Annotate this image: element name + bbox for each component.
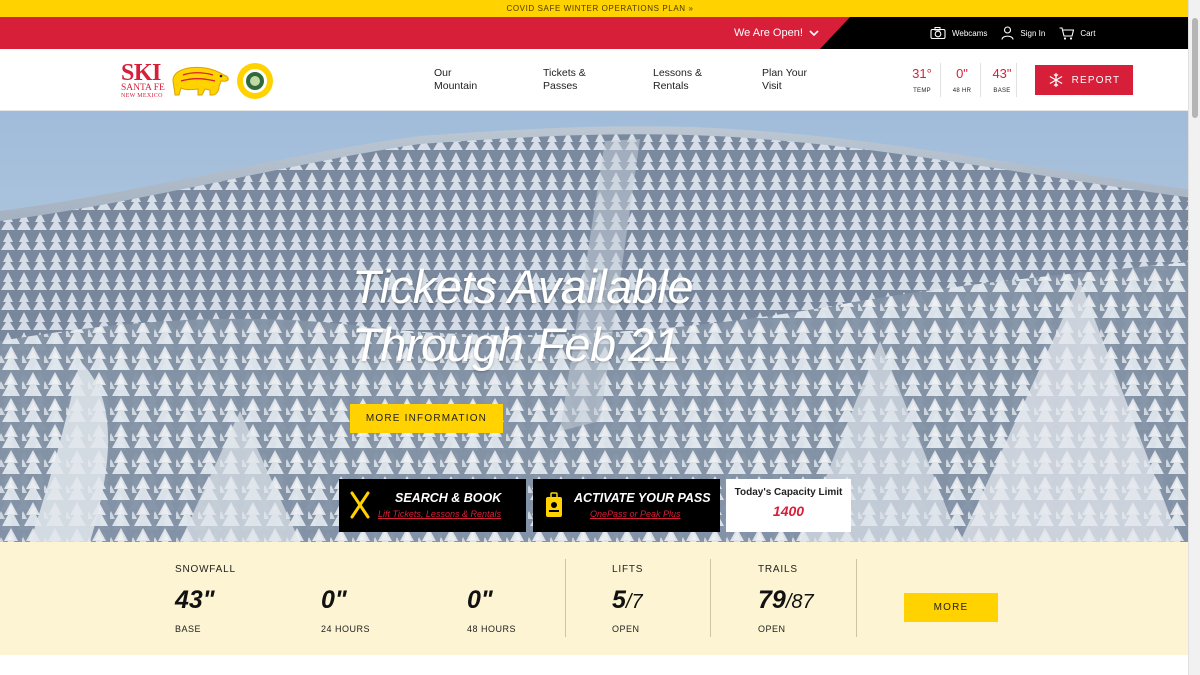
nav-our-mountain[interactable]: Our Mountain (434, 67, 514, 93)
nav-label-line1: Our (434, 67, 452, 79)
condition-value: 31° (912, 66, 932, 81)
logo-new-mexico-text: NEW MEXICO (121, 93, 163, 99)
trails-open-count: 79 (758, 586, 786, 614)
nav-plan-your-visit[interactable]: Plan Your Visit (762, 67, 842, 93)
lifts-label: OPEN (612, 624, 640, 634)
cart-icon (1059, 26, 1075, 40)
nav-label-line1: Tickets & (543, 67, 586, 79)
condition-value: 43" (992, 66, 1012, 81)
activate-pass-subtitle[interactable]: OnePass or Peak Plus (590, 509, 681, 519)
utility-links: Webcams Sign In Cart (930, 17, 1095, 49)
condition-label: 48 HR (952, 88, 972, 94)
hero-banner: Tickets Available Through Feb 21 MORE IN… (0, 111, 1200, 542)
sign-in-label: Sign In (1020, 28, 1046, 38)
snowfall-base-value: 43" (175, 586, 215, 614)
condition-label: TEMP (913, 88, 931, 94)
snowflake-icon (1049, 73, 1063, 87)
scrollbar-thumb[interactable] (1192, 18, 1198, 118)
hero-headline-line1: Tickets Available (352, 260, 694, 313)
camera-icon (930, 27, 946, 39)
trails-value: 79/87 (758, 586, 814, 615)
condition-temp: 31° TEMP (904, 66, 940, 94)
nav-label-line1: Plan Your (762, 67, 807, 79)
logo-santa-fe-text: SANTA FE (121, 83, 165, 93)
activate-pass-title: ACTIVATE YOUR PASS (574, 491, 711, 505)
lifts-total-count: /7 (625, 591, 643, 613)
more-information-button[interactable]: MORE INFORMATION (350, 404, 503, 433)
condition-divider (940, 63, 941, 97)
utility-bar: We Are Open! Webcams Sign In Cart (0, 17, 1200, 49)
sign-in-link[interactable]: Sign In (1001, 26, 1045, 40)
logo-ski-text: SKI (121, 60, 161, 86)
webcams-label: Webcams (952, 28, 988, 38)
snowfall-24h-value: 0" (321, 586, 347, 614)
snowfall-48h-value: 0" (467, 586, 493, 614)
ski-santa-fe-logo[interactable]: SKI SANTA FE NEW MEXICO (121, 60, 231, 100)
open-status-label: We Are Open! (734, 27, 803, 39)
nav-label-line2: Mountain (434, 80, 478, 92)
page-scrollbar[interactable] (1188, 0, 1200, 675)
user-icon (1001, 26, 1014, 40)
nm-safe-certified-badge (237, 63, 273, 99)
more-conditions-button[interactable]: MORE (904, 593, 998, 622)
capacity-limit-card: Today's Capacity Limit 1400 (726, 479, 851, 532)
stats-divider (565, 559, 566, 637)
condition-48hr: 0" 48 HR (944, 66, 980, 94)
report-button[interactable]: REPORT (1035, 65, 1133, 95)
snowfall-base-label: BASE (175, 624, 202, 634)
main-header: SKI SANTA FE NEW MEXICO Our Mountain Tic… (0, 49, 1200, 111)
activate-pass-card[interactable]: ACTIVATE YOUR PASS OnePass or Peak Plus (533, 479, 720, 532)
hero-headline: Tickets Available Through Feb 21 (352, 258, 694, 374)
trails-total-count: /87 (785, 591, 814, 613)
nav-label-line2: Visit (762, 80, 782, 92)
lifts-open-count: 5 (612, 586, 626, 614)
search-book-subtitle[interactable]: Lift Tickets, Lessons & Rentals (378, 509, 501, 519)
cart-link[interactable]: Cart (1059, 26, 1096, 40)
covid-plan-link[interactable]: COVID SAFE WINTER OPERATIONS PLAN » (506, 4, 693, 13)
snowfall-header: SNOWFALL (175, 564, 236, 575)
chevron-down-icon (809, 29, 819, 36)
zia-bear-icon (172, 66, 229, 96)
conditions-stats-strip: SNOWFALL 43" BASE 0" 24 HOURS 0" 48 HOUR… (0, 542, 1188, 655)
search-book-card[interactable]: SEARCH & BOOK Lift Tickets, Lessons & Re… (339, 479, 526, 532)
open-status-dropdown[interactable]: We Are Open! (734, 17, 819, 49)
search-book-title: SEARCH & BOOK (395, 491, 502, 505)
snowfall-24h-label: 24 HOURS (321, 624, 371, 634)
condition-divider (980, 63, 981, 97)
capacity-label: Today's Capacity Limit (734, 487, 843, 498)
report-label: REPORT (1071, 74, 1121, 86)
webcams-link[interactable]: Webcams (930, 27, 987, 39)
capacity-value: 1400 (772, 503, 805, 519)
cart-label: Cart (1080, 28, 1096, 38)
snowfall-48h-label: 48 HOURS (467, 624, 517, 634)
nav-label-line2: Passes (543, 80, 578, 92)
covid-plan-banner[interactable]: COVID SAFE WINTER OPERATIONS PLAN » (0, 0, 1200, 17)
lifts-value: 5/7 (612, 586, 643, 615)
hero-headline-line2: Through Feb 21 (352, 318, 680, 371)
lifts-header: LIFTS (612, 564, 644, 575)
nav-tickets-passes[interactable]: Tickets & Passes (543, 67, 623, 93)
trails-label: OPEN (758, 624, 786, 634)
nav-label-line1: Lessons & (653, 67, 703, 79)
condition-label: BASE (993, 88, 1011, 94)
condition-value: 0" (956, 66, 968, 81)
condition-divider (1016, 63, 1017, 97)
nav-lessons-rentals[interactable]: Lessons & Rentals (653, 67, 733, 93)
condition-base: 43" BASE (984, 66, 1020, 94)
stats-divider (710, 559, 711, 637)
skis-icon (350, 491, 370, 519)
pass-card-icon (546, 492, 562, 517)
nav-label-line2: Rentals (653, 80, 689, 92)
trails-header: TRAILS (758, 564, 798, 575)
stats-divider (856, 559, 857, 637)
